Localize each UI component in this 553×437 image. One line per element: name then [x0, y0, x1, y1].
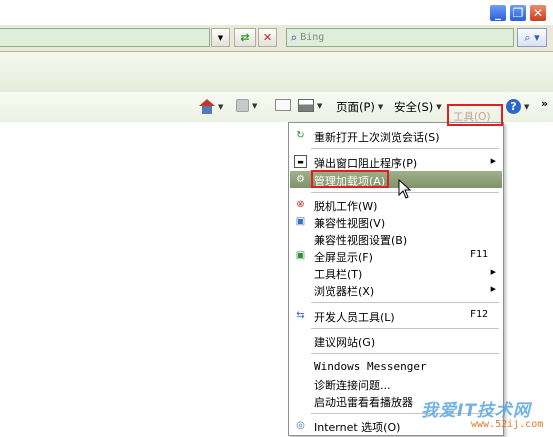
submenu-arrow-icon: ▶ [490, 285, 496, 293]
tab-strip [0, 52, 553, 93]
safety-menu-label: 安全(S) [394, 100, 434, 114]
tools-menu-button[interactable] [447, 104, 503, 126]
chevron-down-icon: ▼ [524, 102, 530, 111]
menu-separator [311, 328, 499, 329]
address-input[interactable] [0, 28, 210, 47]
menu-item-windows-messenger[interactable]: Windows Messenger [290, 358, 502, 375]
chevron-down-icon: ▼ [436, 103, 442, 111]
page-menu-button[interactable]: 页面(P) ▼ [336, 99, 383, 115]
search-button[interactable]: ⌕ ▾ [517, 28, 547, 47]
menu-item-developer-tools[interactable]: ⇆ 开发人员工具(L) F12 [290, 307, 502, 324]
search-input[interactable]: ⌕ Bing [286, 28, 514, 47]
menu-item-suggested-sites[interactable]: 建议网站(G) [290, 332, 502, 349]
help-icon: ? [506, 99, 521, 114]
chevron-down-icon: ▼ [217, 33, 224, 42]
refresh-button[interactable]: ⇄ [234, 28, 256, 47]
search-placeholder: Bing [300, 32, 325, 43]
read-mail-button[interactable] [275, 99, 291, 111]
safety-menu-button[interactable]: 安全(S) ▼ [394, 99, 442, 115]
refresh-icon: ⇄ [240, 31, 250, 44]
stop-icon: ✕ [262, 31, 273, 44]
chevron-down-icon: ▼ [218, 102, 224, 111]
menu-item-work-offline[interactable]: ⊗ 脱机工作(W) [290, 196, 502, 213]
menu-item-diagnose-connection[interactable]: 诊断连接问题... [290, 375, 502, 392]
menu-item-toolbars[interactable]: 工具栏(T) ▶ [290, 264, 502, 281]
compat-view-icon: ▣ [295, 216, 306, 227]
print-icon [298, 99, 314, 112]
feeds-button[interactable]: ▼ [236, 99, 257, 112]
internet-options-icon: ◎ [296, 420, 305, 431]
work-offline-icon: ⊗ [296, 199, 305, 210]
more-commands-button[interactable]: » [541, 97, 548, 110]
menu-item-compat-view-settings[interactable]: 兼容性视图设置(B) [290, 230, 502, 247]
menu-item-popup-blocker[interactable]: ▬ 弹出窗口阻止程序(P) ▶ [290, 153, 502, 170]
submenu-arrow-icon: ▶ [490, 157, 496, 165]
menu-separator [311, 148, 499, 149]
home-icon [199, 99, 215, 114]
menu-item-explorer-bars[interactable]: 浏览器栏(X) ▶ [290, 281, 502, 298]
print-button[interactable]: ▼ [298, 99, 322, 112]
feed-icon [236, 99, 249, 112]
menu-item-fullscreen[interactable]: ▣ 全屏显示(F) F11 [290, 247, 502, 264]
watermark: 我爱IT技术网 www.52ij.com [395, 396, 553, 436]
menu-item-reopen-session[interactable]: ↻ 重新打开上次浏览会话(S) [290, 127, 502, 144]
close-window-button[interactable]: ✕ [529, 4, 547, 22]
manage-addons-icon: ⚙ [296, 174, 305, 185]
developer-tools-icon: ⇆ [296, 310, 305, 321]
menu-item-compat-view[interactable]: ▣ 兼容性视图(V) [290, 213, 502, 230]
annotation-highlight-box [311, 170, 389, 188]
window-controls: _ ❐ ✕ [489, 4, 547, 22]
stop-button[interactable]: ✕ [258, 28, 277, 47]
home-button[interactable]: ▼ [199, 99, 223, 114]
watermark-brand: 我爱IT技术网 [421, 401, 531, 421]
chevron-down-icon: ▼ [317, 101, 323, 110]
fullscreen-icon: ▣ [295, 250, 306, 261]
menu-separator [311, 353, 499, 354]
reopen-session-icon: ↻ [296, 130, 305, 141]
menu-separator [311, 302, 499, 303]
watermark-url: www.52ij.com [471, 419, 544, 430]
mouse-pointer-icon [398, 179, 412, 199]
address-dropdown-button[interactable]: ▼ [211, 28, 230, 47]
search-icon: ⌕ [290, 30, 298, 45]
address-bar-row: ▼ ⇄ ✕ ⌕ Bing ⌕ ▾ [0, 25, 553, 52]
mail-icon [275, 99, 291, 111]
submenu-arrow-icon: ▶ [490, 268, 496, 276]
popup-blocker-icon: ▬ [294, 155, 307, 168]
maximize-button[interactable]: ❐ [509, 4, 527, 22]
minimize-button[interactable]: _ [489, 4, 507, 22]
search-go-icon: ⌕ ▾ [524, 30, 540, 44]
page-menu-label: 页面(P) [336, 100, 375, 114]
chevron-down-icon: ▼ [252, 101, 258, 110]
help-button[interactable]: ? ▼ [506, 99, 529, 114]
chevron-down-icon: ▼ [377, 103, 384, 111]
